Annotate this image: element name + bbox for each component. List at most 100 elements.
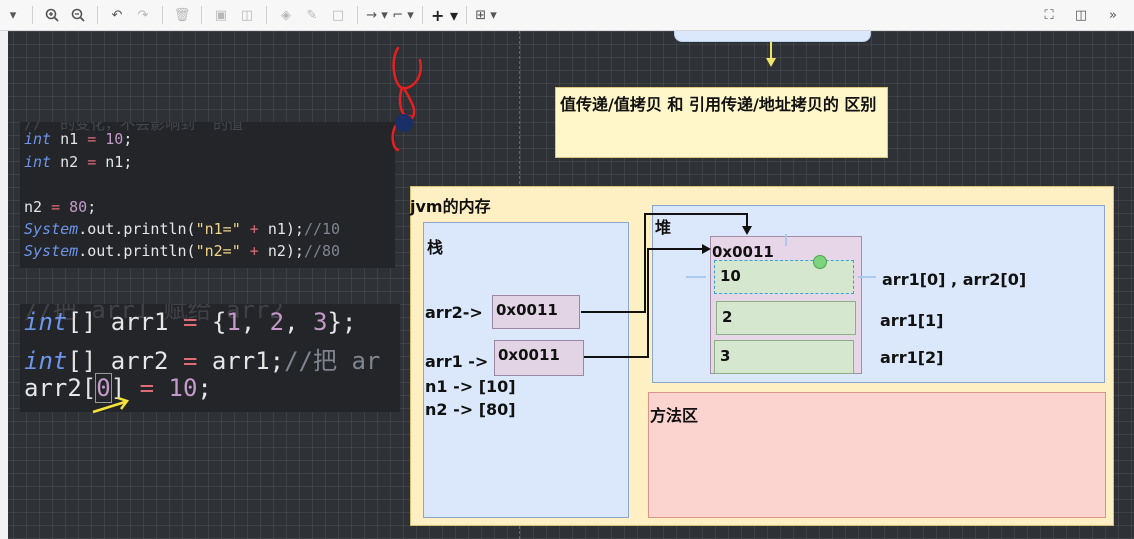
code-token: = xyxy=(51,198,61,216)
waypoints-icon[interactable]: ⌐ ▾ xyxy=(392,4,414,26)
toolbar-right-group: ⛶ ◫ » xyxy=(1036,4,1126,26)
code-token: ; xyxy=(123,130,133,148)
code-token: arr1; xyxy=(197,347,285,375)
cell-0-label: arr1[0] , arr2[0] xyxy=(882,270,1027,289)
n1-label: n1 -> [10] xyxy=(425,377,516,396)
code-token: //10 xyxy=(303,220,341,238)
code-token: [] arr2 xyxy=(67,347,183,375)
redo-icon[interactable]: ↷ xyxy=(132,4,154,26)
toolbar-divider xyxy=(32,6,33,24)
arr2-address: 0x0011 xyxy=(496,301,558,319)
fill-color-icon[interactable]: ◈ xyxy=(275,4,297,26)
to-back-icon[interactable]: ◫ xyxy=(236,4,258,26)
code-line: System.out.println("n1=" + n1);//10 xyxy=(24,220,340,238)
code-token: { xyxy=(197,308,227,336)
cell-1-label: arr1[1] xyxy=(880,311,944,330)
stack-label: 栈 xyxy=(427,238,444,257)
code-token: "n2=" xyxy=(195,242,241,260)
arr1-reference-box[interactable]: 0x0011 xyxy=(494,340,584,376)
code-snippet-primitive[interactable]: // 的变化，不会影响到 的值 int n1 = 10; int n2 = n1… xyxy=(20,122,395,268)
toolbar-divider xyxy=(162,6,163,24)
code-token: int xyxy=(24,153,52,171)
code-snippet-array[interactable]: //把 arr1 赋给 arr2 int[] arr1 = {1, 2, 3};… xyxy=(20,304,400,412)
code-token: int xyxy=(24,308,68,336)
code-line: System.out.println("n2=" + n2);//80 xyxy=(24,242,340,260)
code-token: ; xyxy=(197,374,212,402)
code-token: 3 xyxy=(313,308,328,336)
to-front-icon[interactable]: ▣ xyxy=(210,4,232,26)
note-box[interactable]: 值传递/值拷贝 和 引用传递/地址拷贝的 区别 xyxy=(555,87,888,158)
arr1-label: arr1 -> xyxy=(425,352,489,371)
code-token: , xyxy=(284,308,314,336)
zoom-out-icon[interactable] xyxy=(67,4,89,26)
code-token: System xyxy=(24,220,79,238)
cell-value: 10 xyxy=(720,267,741,285)
code-token: 10 xyxy=(154,374,198,402)
selection-handle[interactable] xyxy=(813,255,827,269)
line-color-icon[interactable]: ✎ xyxy=(301,4,323,26)
code-line: int[] arr1 = {1, 2, 3}; xyxy=(24,308,356,336)
code-token: 0 xyxy=(95,373,112,403)
code-token: ; xyxy=(87,198,97,216)
cell-value: 3 xyxy=(720,347,731,365)
code-token: [] arr1 xyxy=(67,308,183,336)
array-cell-0[interactable]: 10 xyxy=(714,260,854,294)
heap-label: 堆 xyxy=(655,218,672,237)
toolbar-divider xyxy=(97,6,98,24)
code-line: int n2 = n1; xyxy=(24,153,132,171)
arr2-reference-box[interactable]: 0x0011 xyxy=(492,295,580,329)
code-token: 1 xyxy=(226,308,241,336)
code-line: n2 = 80; xyxy=(24,198,96,216)
code-token: System xyxy=(24,242,79,260)
code-line: int n1 = 10; xyxy=(24,130,132,148)
n2-label: n2 -> [80] xyxy=(425,400,516,419)
toolbar-divider xyxy=(201,6,202,24)
connection-icon[interactable]: → ▾ xyxy=(366,4,388,26)
method-area-region[interactable] xyxy=(648,392,1106,518)
toolbar: ▾ ↶ ↷ 🗑 ▣ ◫ ◈ ✎ □ → ▾ ⌐ ▾ + ▾ ⊞ ▾ ⛶ ◫ » xyxy=(0,0,1134,31)
code-token: = xyxy=(139,374,155,402)
collapse-icon[interactable]: » xyxy=(1102,4,1124,26)
code-token: n2 xyxy=(24,198,52,216)
table-icon[interactable]: ⊞ ▾ xyxy=(475,4,497,26)
code-token: = xyxy=(182,308,198,336)
delete-icon[interactable]: 🗑 xyxy=(171,4,193,26)
shape-partial-top[interactable] xyxy=(674,31,871,42)
panel-toggle-icon[interactable]: ◫ xyxy=(1070,4,1092,26)
array-address-label: 0x0011 xyxy=(712,243,774,261)
undo-icon[interactable]: ↶ xyxy=(106,4,128,26)
code-token: arr2[ xyxy=(24,374,97,402)
code-token: 80 xyxy=(60,198,88,216)
code-token: 2 xyxy=(269,308,285,336)
code-token: + xyxy=(240,220,268,238)
note-text: 值传递/值拷贝 和 引用传递/地址拷贝的 区别 xyxy=(560,95,877,114)
method-area-label: 方法区 xyxy=(650,406,699,425)
fullscreen-icon[interactable]: ⛶ xyxy=(1038,4,1060,26)
code-token: .out.println( xyxy=(78,242,196,260)
array-cell-2[interactable]: 3 xyxy=(714,340,854,374)
code-token: ] xyxy=(110,374,140,402)
code-token: n1 xyxy=(51,130,88,148)
shadow-icon[interactable]: □ xyxy=(327,4,349,26)
code-token: 10 xyxy=(96,130,124,148)
code-token: , xyxy=(240,308,270,336)
code-token: .out.println( xyxy=(78,220,196,238)
zoom-in-icon[interactable] xyxy=(41,4,63,26)
array-cell-1[interactable]: 2 xyxy=(716,301,856,335)
arr1-address: 0x0011 xyxy=(498,346,560,364)
code-token: }; xyxy=(327,308,357,336)
toolbar-divider xyxy=(357,6,358,24)
code-token: n2 xyxy=(51,153,88,171)
code-token: //80 xyxy=(303,242,341,260)
toolbar-divider xyxy=(266,6,267,24)
cell-2-label: arr1[2] xyxy=(880,348,944,367)
code-token: = xyxy=(87,153,97,171)
toolbar-divider xyxy=(466,6,468,24)
dropdown-caret-icon[interactable]: ▾ xyxy=(2,4,24,26)
code-token: "n1=" xyxy=(195,220,241,238)
code-token: + xyxy=(240,242,268,260)
jvm-title: jvm的内存 xyxy=(410,197,491,216)
left-panel-edge xyxy=(0,31,8,539)
insert-icon[interactable]: + ▾ xyxy=(431,4,458,26)
code-token: = xyxy=(182,347,198,375)
